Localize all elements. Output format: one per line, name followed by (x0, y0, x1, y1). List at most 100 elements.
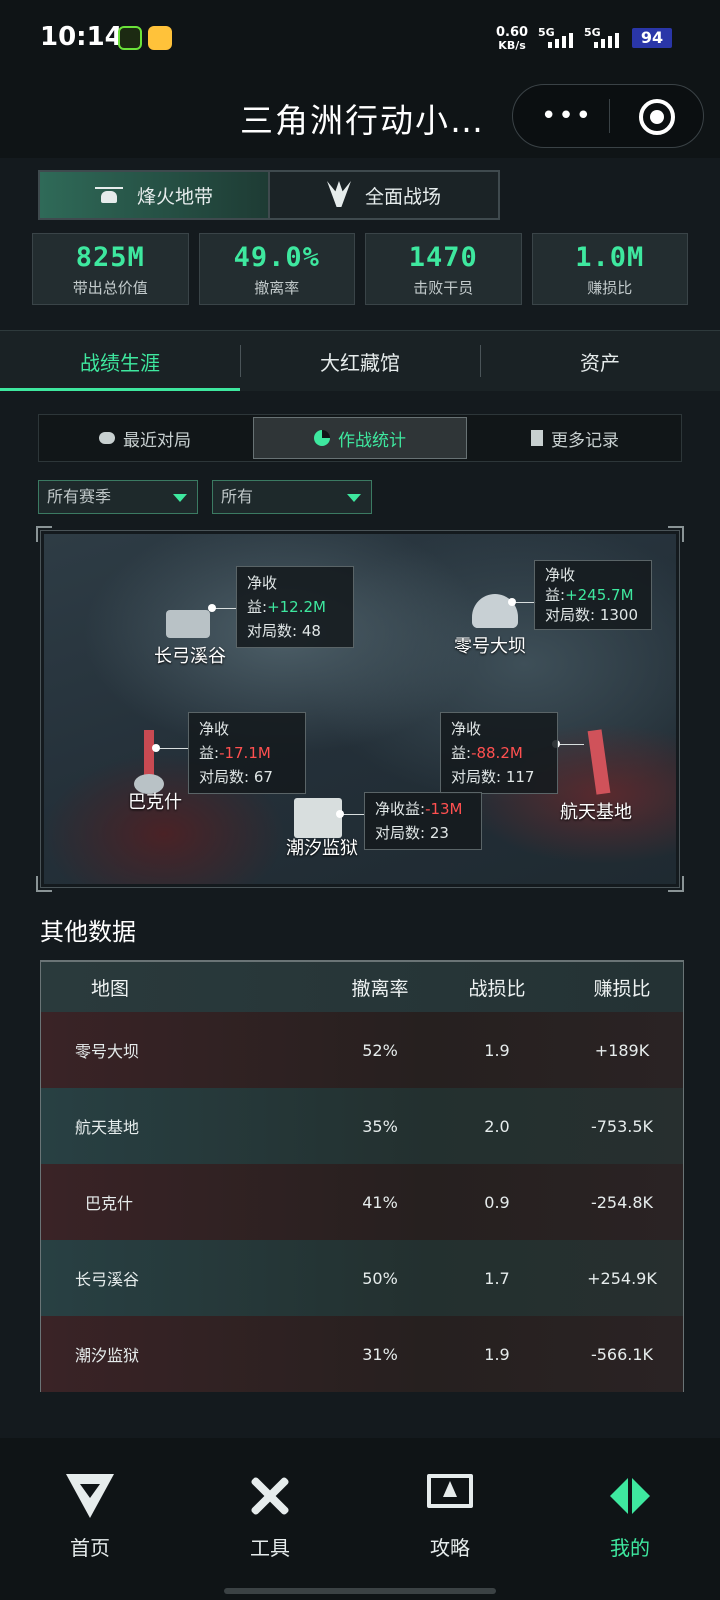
nav-label: 我的 (610, 1536, 650, 1560)
info-box-valley[interactable]: 净收益:+12.2M 对局数: 48 (236, 566, 354, 648)
monitor-icon (427, 1474, 473, 1508)
chevron-down-icon (173, 494, 187, 502)
stat-value: 1470 (408, 242, 478, 273)
connector-line (208, 604, 236, 612)
stat-label: 赚损比 (587, 279, 633, 297)
cell-map: 零号大坝 (75, 1042, 140, 1061)
cell-kd: 2.0 (484, 1116, 510, 1136)
matches-value: 1300 (599, 606, 639, 624)
matches-label: 对局数: (199, 768, 250, 786)
flower-app-icon (148, 26, 172, 50)
table-header: 地图 撤离率 战损比 赚损比 (41, 962, 683, 1012)
sub-tabs: 最近对局 作战统计 更多记录 (38, 414, 682, 462)
document-icon (531, 430, 543, 446)
matches-value: 117 (505, 768, 535, 786)
table-row[interactable]: 长弓溪谷 50% 1.7 +254.9K (41, 1240, 683, 1316)
tab-combat-stats[interactable]: 作战统计 (253, 417, 467, 459)
map-label-space-base: 航天基地 (560, 802, 632, 823)
cell-extract: 31% (362, 1344, 398, 1364)
stat-card-kills: 1470 击败干员 (365, 233, 522, 305)
table-row[interactable]: 航天基地 35% 2.0 -753.5K (41, 1088, 683, 1164)
map-stats-table: 地图 撤离率 战损比 赚损比 零号大坝 52% 1.9 +189K 航天基地 3… (40, 960, 684, 1392)
stat-card-total-value: 825M 带出总价值 (32, 233, 189, 305)
nav-label: 首页 (70, 1536, 110, 1560)
cell-profit: +254.9K (587, 1268, 657, 1288)
tab-red-collection[interactable]: 大红藏馆 (240, 331, 480, 391)
net-value: -17.1M (219, 744, 271, 762)
home-indicator[interactable] (224, 1588, 496, 1594)
cell-kd: 1.9 (484, 1344, 510, 1364)
map-label-valley: 长弓溪谷 (154, 646, 226, 667)
nav-tools[interactable]: 工具 (180, 1438, 360, 1600)
stat-card-profit-ratio: 1.0M 赚损比 (531, 233, 688, 305)
tab-label: 烽火地带 (136, 185, 213, 208)
season-filter-select[interactable]: 所有赛季 (38, 480, 198, 514)
info-box-prison[interactable]: 净收益:-13M 对局数: 23 (364, 792, 482, 850)
net-label: 净收 (545, 566, 576, 584)
chevron-down-icon (347, 494, 361, 502)
tab-more-records[interactable]: 更多记录 (469, 415, 681, 461)
nav-mine[interactable]: 我的 (540, 1438, 720, 1600)
matches-label: 对局数: (451, 768, 502, 786)
season-filter-value: 所有赛季 (47, 487, 112, 506)
status-time: 10:14 (40, 22, 123, 52)
tab-mode-hazard-zone[interactable]: 烽火地带 (40, 172, 270, 218)
pie-chart-icon (314, 430, 330, 446)
emblem-icon (327, 181, 351, 209)
cell-extract: 52% (362, 1040, 398, 1060)
stat-value: 49.0% (233, 242, 320, 273)
capsule-divider (609, 99, 610, 133)
tab-mode-full-battlefield[interactable]: 全面战场 (270, 172, 498, 218)
map-label-baksh: 巴克什 (128, 792, 182, 813)
net-value: -13M (425, 800, 463, 818)
nav-home[interactable]: 首页 (0, 1438, 180, 1600)
cell-profit: -254.8K (590, 1192, 654, 1212)
music-app-icon (118, 26, 142, 50)
header-extract: 撤离率 (351, 977, 409, 1000)
bottom-nav: 首页 工具 攻略 我的 (0, 1438, 720, 1600)
connector-line (552, 740, 584, 748)
header-map: 地图 (91, 977, 130, 1000)
scope-filter-select[interactable]: 所有 (212, 480, 372, 514)
net-label: 净收益: (375, 800, 426, 818)
tab-label: 更多记录 (551, 430, 619, 451)
info-box-dam[interactable]: 净收 益:+245.7M 对局数: 1300 (534, 560, 652, 630)
connector-line (152, 744, 188, 752)
tools-icon (246, 1474, 294, 1518)
info-box-space-base[interactable]: 净收益:-88.2M 对局数: 117 (440, 712, 558, 794)
table-row[interactable]: 巴克什 41% 0.9 -254.8K (41, 1164, 683, 1240)
v-logo-icon (66, 1474, 114, 1518)
table-row[interactable]: 潮汐监狱 31% 1.9 -566.1K (41, 1316, 683, 1392)
tab-label: 最近对局 (123, 430, 191, 451)
scope-filter-value: 所有 (221, 487, 254, 506)
other-data-title: 其他数据 (40, 918, 136, 946)
nav-guides[interactable]: 攻略 (360, 1438, 540, 1600)
header-kd: 战损比 (468, 977, 526, 1000)
tab-recent-matches[interactable]: 最近对局 (39, 415, 251, 461)
helicopter-icon (94, 185, 123, 205)
valley-structure-icon (166, 610, 210, 638)
cell-kd: 1.7 (484, 1268, 510, 1288)
network-speed-value: 0.60 (496, 25, 529, 40)
table-row[interactable]: 零号大坝 52% 1.9 +189K (41, 1012, 683, 1088)
cell-map: 巴克什 (85, 1194, 134, 1213)
more-dots-icon[interactable]: ••• (541, 101, 593, 131)
cell-map: 潮汐监狱 (75, 1346, 140, 1365)
cell-extract: 50% (362, 1268, 398, 1288)
cell-profit: -566.1K (590, 1344, 654, 1364)
info-box-baksh[interactable]: 净收益:-17.1M 对局数: 67 (188, 712, 306, 794)
nav-label: 攻略 (430, 1536, 470, 1560)
target-circle-icon[interactable] (639, 99, 675, 135)
tab-divider (240, 345, 241, 377)
tab-career[interactable]: 战绩生涯 (0, 331, 240, 391)
launch-tower-icon (587, 729, 611, 795)
tab-assets[interactable]: 资产 (480, 331, 720, 391)
cell-kd: 0.9 (484, 1192, 510, 1212)
status-bar: 10:14 0.60 KB/s 5G 5G 94 (0, 0, 720, 76)
stat-label: 带出总价值 (72, 279, 148, 297)
signal-bars-icon (594, 32, 619, 48)
cell-map: 长弓溪谷 (75, 1270, 140, 1289)
connector-line (508, 598, 536, 606)
network-speed-unit: KB/s (498, 39, 526, 52)
profile-emblem-icon (610, 1474, 650, 1518)
